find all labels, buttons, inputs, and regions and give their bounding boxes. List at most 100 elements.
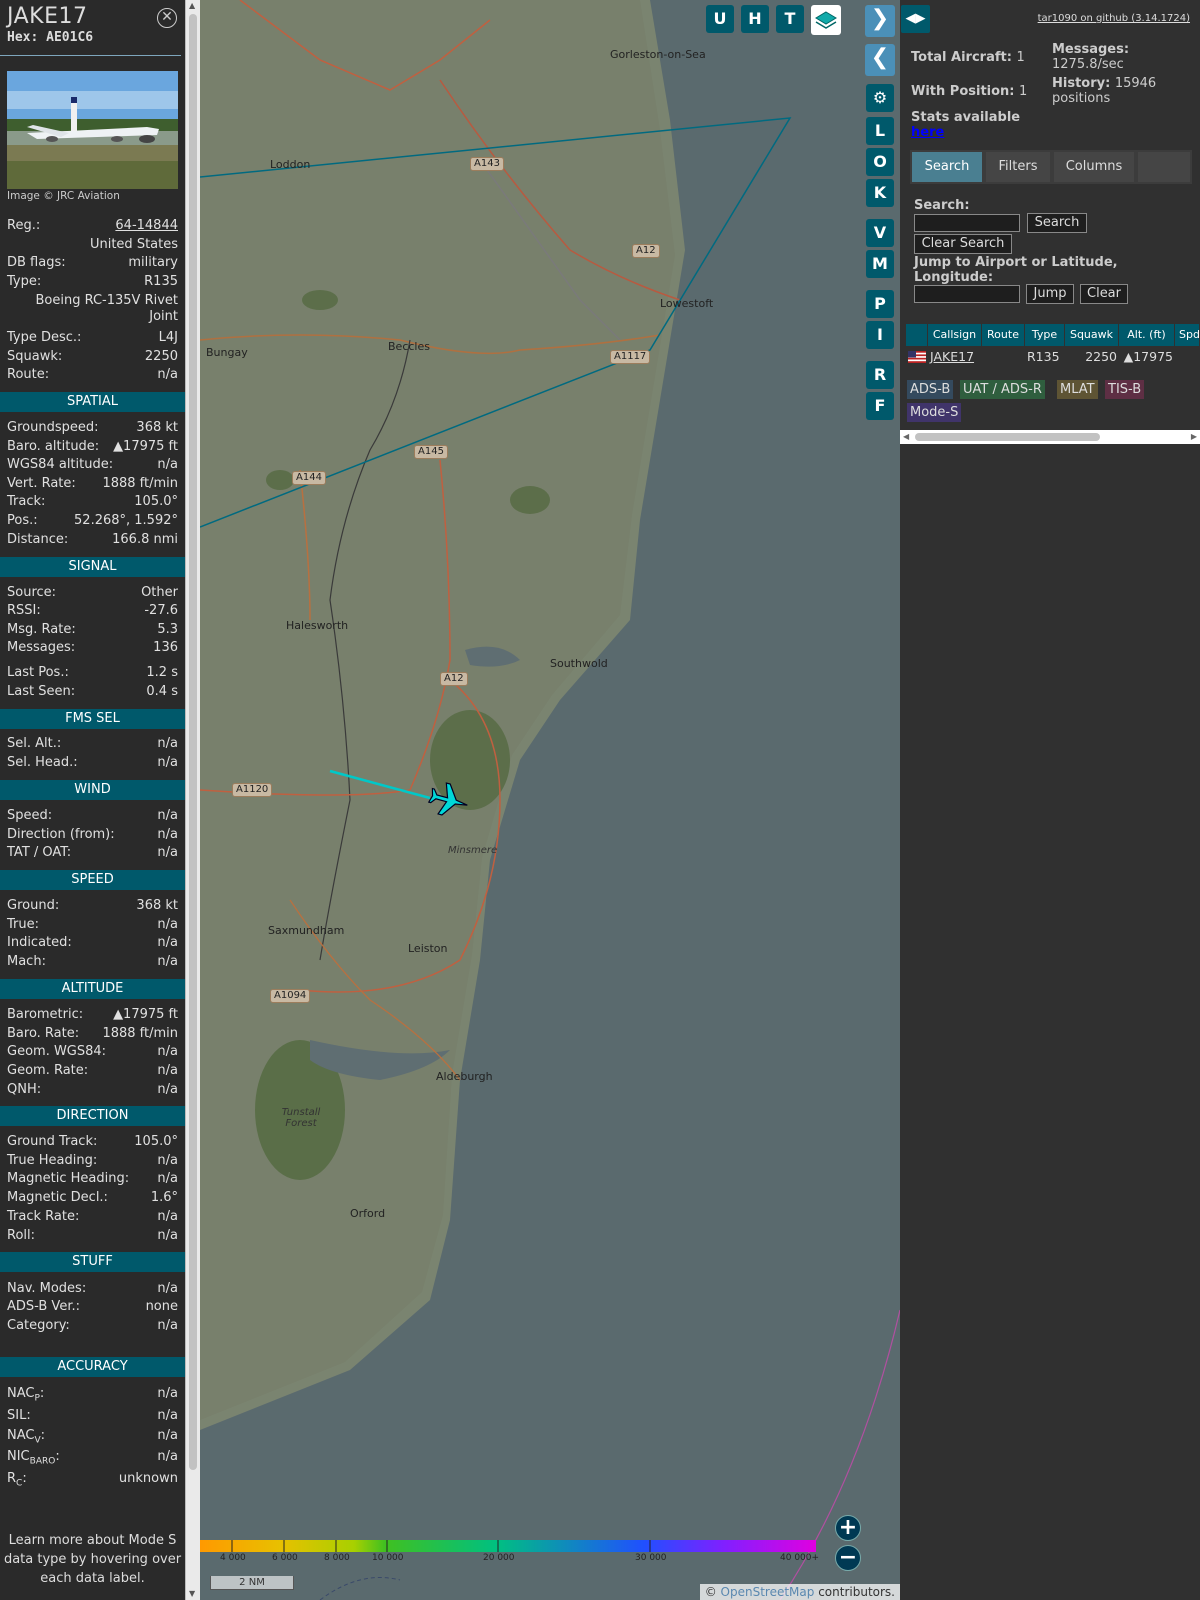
search-input[interactable] — [914, 214, 1020, 232]
info-label-text: True Heading: — [7, 1153, 98, 1168]
map-button-l[interactable]: L — [866, 117, 894, 145]
horizontal-scroll-thumb[interactable] — [915, 433, 1100, 441]
settings-gear-icon[interactable]: ⚙ — [866, 84, 894, 112]
zoom-in-button[interactable]: + — [835, 1515, 861, 1541]
map-button-i[interactable]: I — [866, 321, 894, 349]
column-header-altitude[interactable]: Alt. (ft) — [1119, 324, 1175, 346]
stats-link[interactable]: here — [911, 125, 944, 140]
scroll-up-arrow-icon[interactable]: ▲ — [189, 2, 195, 10]
column-header-squawk[interactable]: Squawk — [1065, 324, 1119, 346]
info-label-text: Mach: — [7, 954, 46, 969]
scroll-thumb[interactable] — [189, 14, 197, 1470]
jump-button[interactable]: Jump — [1026, 284, 1074, 304]
info-row: Track Rate: n/a — [7, 1209, 178, 1225]
jump-input[interactable] — [914, 285, 1020, 303]
info-value: n/a — [157, 917, 178, 932]
source-modes-badge: Mode-S — [907, 403, 962, 422]
info-label: Barometric: — [7, 1007, 83, 1023]
place-label: Tunstall Forest — [281, 1107, 321, 1129]
info-row: Ground Track: 105.0° — [7, 1134, 178, 1150]
scroll-right-arrow-icon[interactable]: ▶ — [1191, 432, 1197, 441]
altitude-tick-label: 8 000 — [324, 1553, 350, 1563]
info-row: NACP: n/a — [7, 1386, 178, 1407]
search-label: Search: — [914, 198, 970, 213]
info-row: Track: 105.0° — [7, 494, 178, 510]
map-button-p[interactable]: P — [866, 290, 894, 318]
info-label-sub: BARO — [29, 1456, 56, 1467]
scroll-down-arrow-icon[interactable]: ▼ — [189, 1590, 195, 1598]
search-button[interactable]: Search — [1027, 213, 1087, 233]
tab-bar: Search Filters Columns — [910, 150, 1192, 184]
column-header-speed[interactable]: Spd — [1175, 324, 1200, 346]
layers-icon[interactable] — [811, 5, 841, 35]
info-value: n/a — [157, 1044, 178, 1059]
info-row: Geom. WGS84: n/a — [7, 1044, 178, 1060]
zoom-out-button[interactable]: − — [835, 1545, 861, 1571]
toggle-sidebar-icon[interactable]: ◀▶ — [901, 5, 930, 33]
with-position-label: With Position: — [911, 84, 1015, 99]
tab-empty[interactable] — [1138, 152, 1190, 182]
info-value: n/a — [157, 1153, 178, 1168]
column-header-route[interactable]: Route — [982, 324, 1025, 346]
detail-value[interactable]: 64-14844 — [115, 218, 178, 234]
openstreetmap-link[interactable]: OpenStreetMap — [721, 1585, 815, 1599]
map-button-k[interactable]: K — [866, 179, 894, 207]
place-label: Loddon — [270, 158, 311, 171]
github-link[interactable]: tar1090 on github (3.14.1724) — [1038, 13, 1190, 24]
map-view[interactable]: Gorleston-on-Sea Loddon Lowestoft Bungay… — [200, 0, 900, 1600]
info-label: Sel. Head.: — [7, 755, 78, 771]
table-horizontal-scrollbar[interactable]: ◀ ▶ — [900, 430, 1200, 444]
scroll-left-arrow-icon[interactable]: ◀ — [903, 432, 909, 441]
clear-button[interactable]: Clear — [1080, 284, 1128, 304]
info-row: Msg. Rate: 5.3 — [7, 622, 178, 638]
tab-filters[interactable]: Filters — [986, 152, 1050, 182]
close-icon[interactable]: ✕ — [157, 8, 177, 28]
column-header-flag[interactable] — [906, 324, 928, 346]
clear-search-button[interactable]: Clear Search — [914, 234, 1012, 254]
info-value: 105.0° — [134, 1134, 178, 1149]
tab-search[interactable]: Search — [912, 152, 982, 182]
map-button-m[interactable]: M — [866, 250, 894, 278]
road-label: A1094 — [270, 989, 311, 1003]
map-button-t[interactable]: T — [776, 5, 804, 33]
place-label: Gorleston-on-Sea — [610, 48, 706, 61]
column-header-type[interactable]: Type — [1025, 324, 1065, 346]
info-value: none — [145, 1299, 178, 1314]
collapse-left-icon[interactable]: ❮ — [865, 44, 895, 76]
detail-label: Reg.: — [7, 218, 41, 233]
us-flag-icon — [908, 351, 926, 363]
altitude-tick-label: 30 000 — [635, 1553, 667, 1563]
tab-columns[interactable]: Columns — [1054, 152, 1134, 182]
history-stat: History: 15946 positions — [1052, 76, 1192, 106]
info-label: True: — [7, 917, 39, 933]
info-label: Last Pos.: — [7, 665, 69, 681]
aircraft-photo[interactable] — [7, 71, 178, 189]
info-label-text: Ground: — [7, 898, 60, 913]
map-base — [200, 0, 900, 1600]
map-button-r[interactable]: R — [866, 361, 894, 389]
expand-right-icon[interactable]: ❯ — [865, 5, 895, 37]
info-value: 0.4 s — [146, 684, 178, 699]
map-button-v[interactable]: V — [866, 219, 894, 247]
column-header-callsign[interactable]: Callsign — [928, 324, 982, 346]
info-row: Geom. Rate: n/a — [7, 1063, 178, 1079]
row-callsign[interactable]: JAKE17 — [930, 349, 974, 365]
section-header-stuff: STUFF — [0, 1252, 185, 1272]
info-value: Other — [141, 585, 178, 600]
map-button-u[interactable]: U — [706, 5, 734, 33]
map-button-h[interactable]: H — [741, 5, 769, 33]
info-value: n/a — [157, 1318, 178, 1333]
info-value: n/a — [157, 1428, 178, 1443]
map-button-o[interactable]: O — [866, 148, 894, 176]
info-label-text: Sel. Alt.: — [7, 736, 62, 751]
info-value: 136 — [153, 640, 178, 655]
info-panel-scrollbar[interactable]: ▲ ▼ — [185, 0, 200, 1600]
place-label: Leiston — [408, 942, 448, 955]
info-row: Groundspeed: 368 kt — [7, 420, 178, 436]
info-row: Mach: n/a — [7, 954, 178, 970]
place-label: Beccles — [388, 340, 430, 353]
map-button-f[interactable]: F — [866, 392, 894, 420]
info-label: Sel. Alt.: — [7, 736, 61, 752]
info-label-text: Indicated: — [7, 935, 72, 950]
info-row: True: n/a — [7, 917, 178, 933]
